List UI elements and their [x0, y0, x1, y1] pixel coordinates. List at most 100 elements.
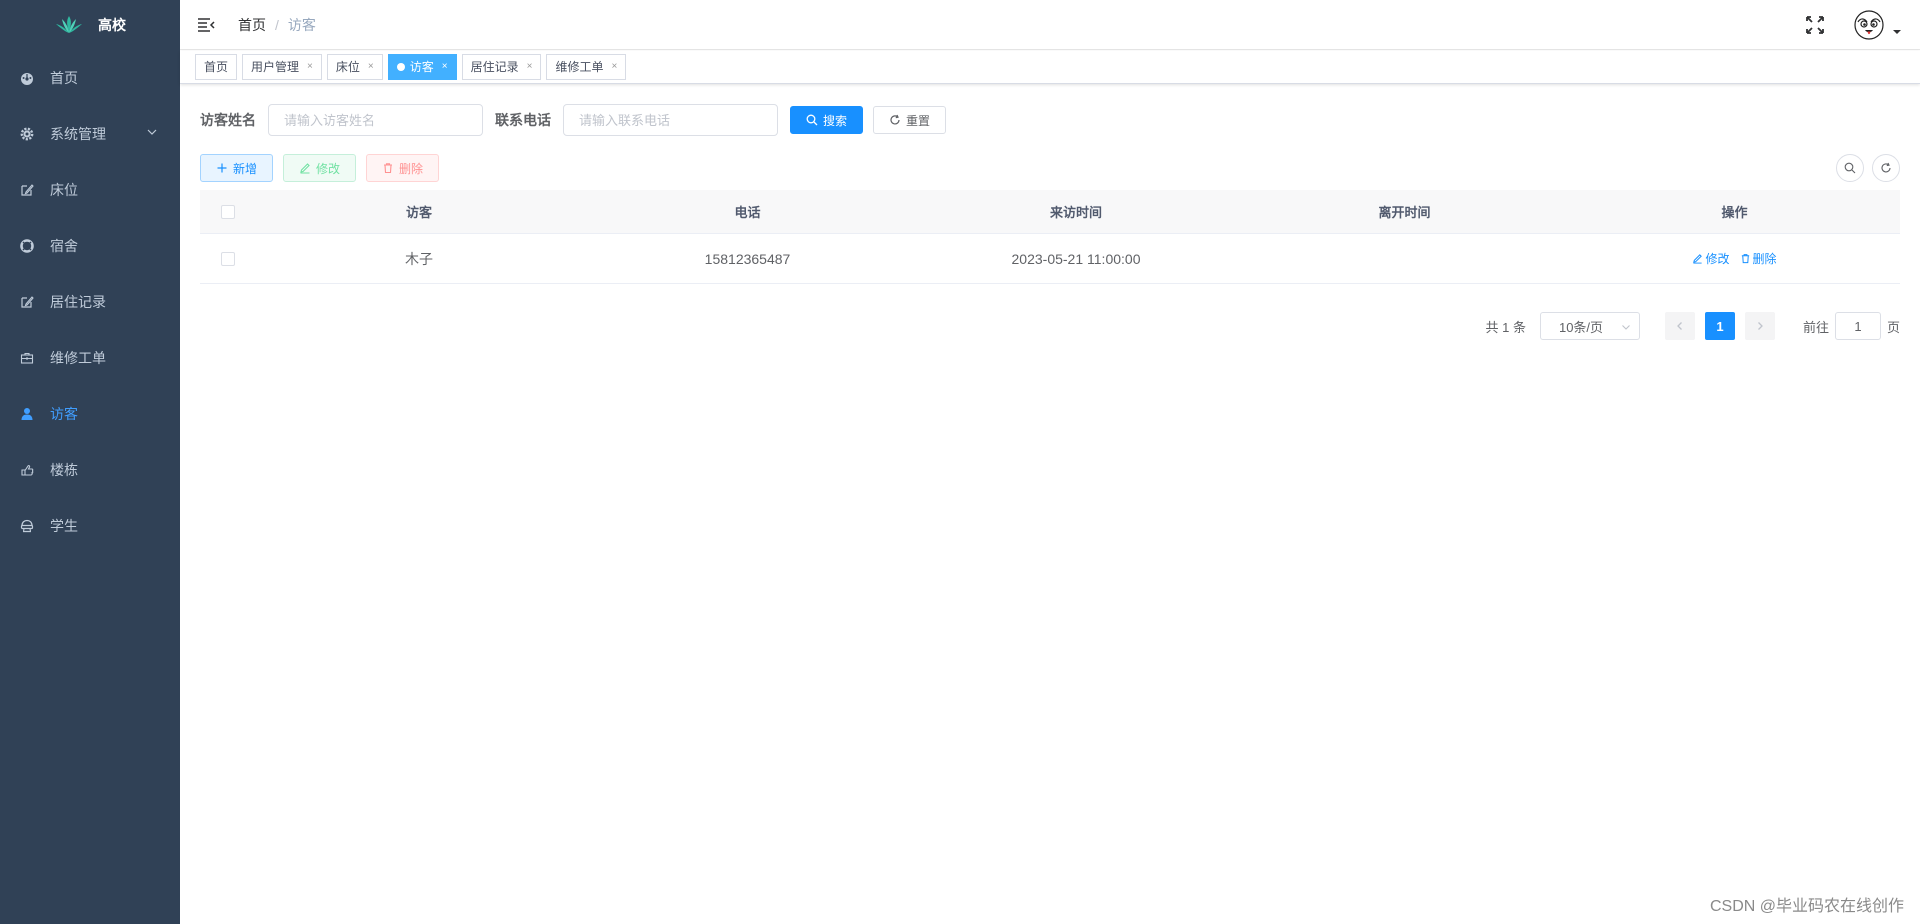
select-all-checkbox[interactable] — [220, 204, 235, 219]
close-icon[interactable]: × — [527, 55, 533, 79]
sidebar-item-visitor[interactable]: 访客 — [0, 386, 180, 442]
sidebar-item-student[interactable]: 学生 — [0, 498, 180, 554]
row-delete-button[interactable]: 删除 — [1740, 250, 1777, 267]
chevron-left-icon — [1677, 322, 1682, 330]
sidebar-item-label: 床位 — [50, 182, 78, 198]
tag-label: 用户管理 — [251, 60, 300, 74]
visitor-table: 访客 电话 来访时间 离开时间 操作 木子 15812365487 2023-0… — [200, 190, 1900, 284]
breadcrumb: 首页 / 访客 — [238, 15, 316, 35]
caret-down-icon[interactable] — [1892, 27, 1902, 37]
avatar[interactable] — [1854, 10, 1884, 40]
sidebar-item-beds[interactable]: 床位 — [0, 162, 180, 218]
trash-icon — [1741, 254, 1749, 264]
refresh-button[interactable] — [1872, 154, 1900, 182]
tag-beds[interactable]: 床位 × — [326, 54, 383, 80]
toolbar: 新增 修改 删除 — [200, 154, 1900, 182]
sidebar-item-label: 访客 — [50, 406, 78, 422]
column-header-phone: 电话 — [734, 205, 761, 220]
sidebar-item-repair[interactable]: 维修工单 — [0, 330, 180, 386]
chevron-right-icon — [1758, 322, 1763, 330]
goto-suffix: 页 — [1886, 319, 1900, 335]
visitor-name-input[interactable] — [268, 104, 483, 136]
phone-input[interactable] — [563, 104, 778, 136]
row-checkbox-cell — [200, 251, 255, 266]
next-page-button[interactable] — [1744, 312, 1775, 340]
tag-label: 访客 — [409, 60, 434, 74]
menu-toggle-icon[interactable] — [196, 15, 216, 35]
breadcrumb-separator: / — [275, 16, 279, 33]
row-edit-button[interactable]: 修改 — [1692, 250, 1730, 267]
tags-view: 首页 用户管理 × 床位 × 访客 × 居住记录 × 维修工单 × — [180, 51, 1920, 84]
goto-label: 前往 — [1802, 319, 1829, 335]
column-header-visitor: 访客 — [405, 205, 432, 220]
add-button[interactable]: 新增 — [200, 154, 274, 182]
sidebar-item-dorm[interactable]: 宿舍 — [0, 218, 180, 274]
tag-label: 居住记录 — [470, 60, 519, 74]
sidebar-item-system[interactable]: 系统管理 — [0, 106, 180, 162]
close-icon[interactable]: × — [611, 55, 617, 79]
search-form: 访客姓名 联系电话 搜索 重置 — [200, 104, 947, 136]
logo: 高校 — [0, 0, 180, 50]
edit-icon — [20, 295, 34, 309]
cell-actions: 修改 删除 — [1569, 250, 1900, 267]
sidebar-item-label: 学生 — [50, 518, 78, 534]
student-icon — [20, 519, 34, 533]
header-checkbox-cell — [200, 204, 255, 219]
close-icon[interactable]: × — [307, 55, 313, 79]
phone-label: 联系电话 — [495, 112, 551, 128]
search-button[interactable]: 搜索 — [790, 106, 864, 134]
sidebar-item-building[interactable]: 楼栋 — [0, 442, 180, 498]
chevron-down-icon — [147, 129, 157, 135]
pagination-total: 共 1 条 — [1485, 319, 1526, 335]
tag-label: 维修工单 — [555, 60, 604, 74]
search-icon — [806, 114, 818, 126]
cell-visitor: 木子 — [405, 250, 433, 267]
fullscreen-icon[interactable] — [1804, 14, 1826, 36]
reset-button[interactable]: 重置 — [873, 106, 947, 134]
prev-page-button[interactable] — [1664, 312, 1695, 340]
sidebar-item-label: 首页 — [50, 70, 78, 86]
visitor-name-label: 访客姓名 — [200, 112, 256, 128]
tag-visitor[interactable]: 访客 × — [387, 54, 457, 80]
edit-icon — [1693, 254, 1703, 264]
chevron-down-icon — [1622, 325, 1630, 330]
sidebar-item-home[interactable]: 首页 — [0, 50, 180, 106]
table-header: 访客 电话 来访时间 离开时间 操作 — [200, 190, 1900, 234]
right-toolbar — [1836, 154, 1900, 182]
edit-button-label: 修改 — [316, 161, 341, 176]
sidebar-item-label: 宿舍 — [50, 238, 78, 254]
tag-user-management[interactable]: 用户管理 × — [242, 54, 322, 80]
search-button-label: 搜索 — [823, 113, 848, 128]
navbar: 首页 / 访客 — [180, 0, 1920, 50]
watermark: CSDN @毕业码农在线创作 — [1709, 898, 1904, 915]
row-checkbox[interactable] — [220, 251, 235, 266]
hand-icon — [20, 463, 34, 477]
tag-residence[interactable]: 居住记录 × — [461, 54, 542, 80]
close-icon[interactable]: × — [442, 55, 448, 79]
edit-button[interactable]: 修改 — [283, 154, 357, 182]
dashboard-icon — [20, 71, 34, 85]
close-icon[interactable]: × — [368, 55, 374, 79]
navbar-right — [1804, 0, 1920, 50]
sidebar-item-label: 居住记录 — [50, 294, 106, 310]
breadcrumb-home[interactable]: 首页 — [238, 15, 266, 35]
breadcrumb-current: 访客 — [287, 16, 316, 33]
edit-icon — [300, 163, 310, 174]
logo-icon — [56, 16, 82, 33]
user-icon — [20, 407, 34, 421]
tag-home[interactable]: 首页 — [195, 54, 238, 80]
toolbox-icon — [20, 351, 34, 365]
reset-button-label: 重置 — [906, 113, 931, 128]
delete-button[interactable]: 删除 — [366, 154, 440, 182]
toggle-search-button[interactable] — [1836, 154, 1864, 182]
page-size-select[interactable]: 10条/页 — [1539, 312, 1640, 340]
delete-button-label: 删除 — [399, 161, 424, 176]
page-number-button[interactable]: 1 — [1704, 312, 1735, 340]
cell-visit-time: 2023-05-21 11:00:00 — [1011, 250, 1141, 267]
column-header-visit-time: 来访时间 — [1049, 205, 1102, 220]
goto-page-input[interactable] — [1834, 312, 1881, 340]
tag-repair[interactable]: 维修工单 × — [546, 54, 627, 80]
page-size-value: 10条/页 — [1558, 319, 1604, 335]
column-header-leave-time: 离开时间 — [1378, 205, 1431, 220]
sidebar-item-residence[interactable]: 居住记录 — [0, 274, 180, 330]
